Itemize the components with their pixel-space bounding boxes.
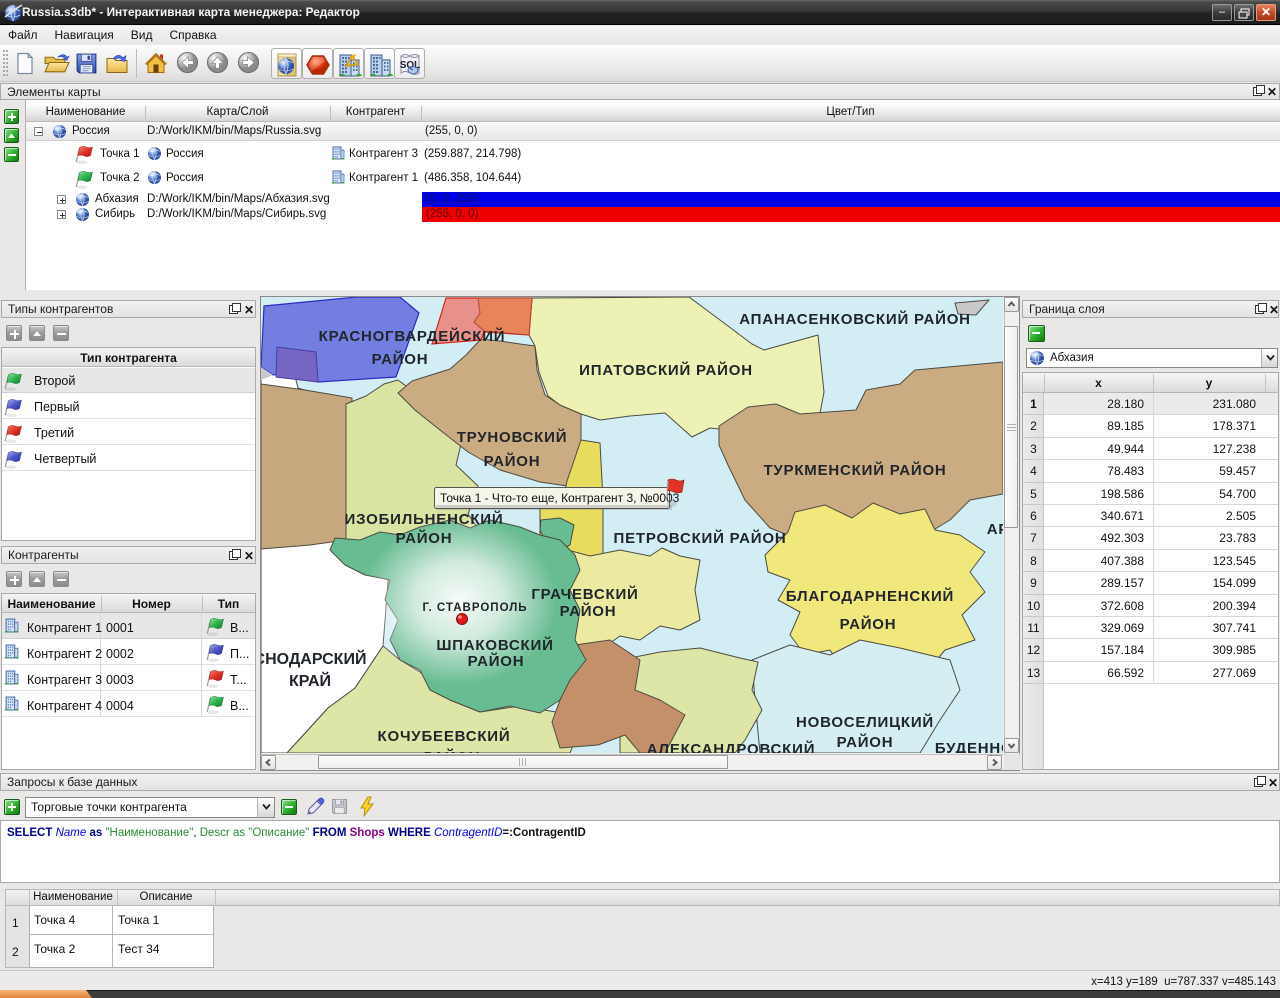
svg-text:КОЧУБЕЕВСКИЙ: КОЧУБЕЕВСКИЙ [378,727,511,745]
svg-text:РАЙОН: РАЙОН [424,748,481,753]
svg-text:ПЕТРОВСКИЙ РАЙОН: ПЕТРОВСКИЙ РАЙОН [613,529,786,547]
svg-text:ТУРКМЕНСКИЙ РАЙОН: ТУРКМЕНСКИЙ РАЙОН [763,461,946,479]
svg-text:КРАЙ: КРАЙ [289,671,331,690]
svg-text:БУДЕННОВ: БУДЕННОВ [935,740,1003,753]
svg-text:Точка 1 - Что-то еще, Контраге: Точка 1 - Что-то еще, Контрагент 3, №000… [440,491,680,505]
svg-text:ШПАКОВСКИЙ: ШПАКОВСКИЙ [436,636,553,654]
svg-text:РАЙОН: РАЙОН [396,529,453,547]
svg-text:РАЙОН: РАЙОН [837,733,894,751]
svg-text:Г. СТАВРОПОЛЬ: Г. СТАВРОПОЛЬ [422,602,527,614]
svg-text:СНОДАРСКИЙ: СНОДАРСКИЙ [261,649,366,668]
svg-text:РАЙОН: РАЙОН [560,602,617,620]
svg-text:КРАСНОГВАРДЕЙСКИЙ: КРАСНОГВАРДЕЙСКИЙ [319,327,506,345]
svg-text:БЛАГОДАРНЕНСКИЙ: БЛАГОДАРНЕНСКИЙ [786,587,954,605]
svg-text:АЛЕКСАНДРОВСКИЙ: АЛЕКСАНДРОВСКИЙ [647,740,816,753]
svg-text:ГРАЧЕВСКИЙ: ГРАЧЕВСКИЙ [531,585,638,603]
svg-text:РАЙОН: РАЙОН [372,350,429,368]
svg-text:АР: АР [987,521,1003,538]
svg-text:РАЙОН: РАЙОН [840,615,897,633]
svg-text:АПАНАСЕНКОВСКИЙ РАЙОН: АПАНАСЕНКОВСКИЙ РАЙОН [739,310,971,328]
svg-text:ИЗОБИЛЬНЕНСКИЙ: ИЗОБИЛЬНЕНСКИЙ [345,510,504,528]
svg-text:ИПАТОВСКИЙ РАЙОН: ИПАТОВСКИЙ РАЙОН [579,361,753,379]
svg-text:РАЙОН: РАЙОН [484,452,541,470]
svg-text:РАЙОН: РАЙОН [468,652,525,670]
svg-text:ТРУНОВСКИЙ: ТРУНОВСКИЙ [457,428,568,446]
svg-text:НОВОСЕЛИЦКИЙ: НОВОСЕЛИЦКИЙ [796,713,934,731]
